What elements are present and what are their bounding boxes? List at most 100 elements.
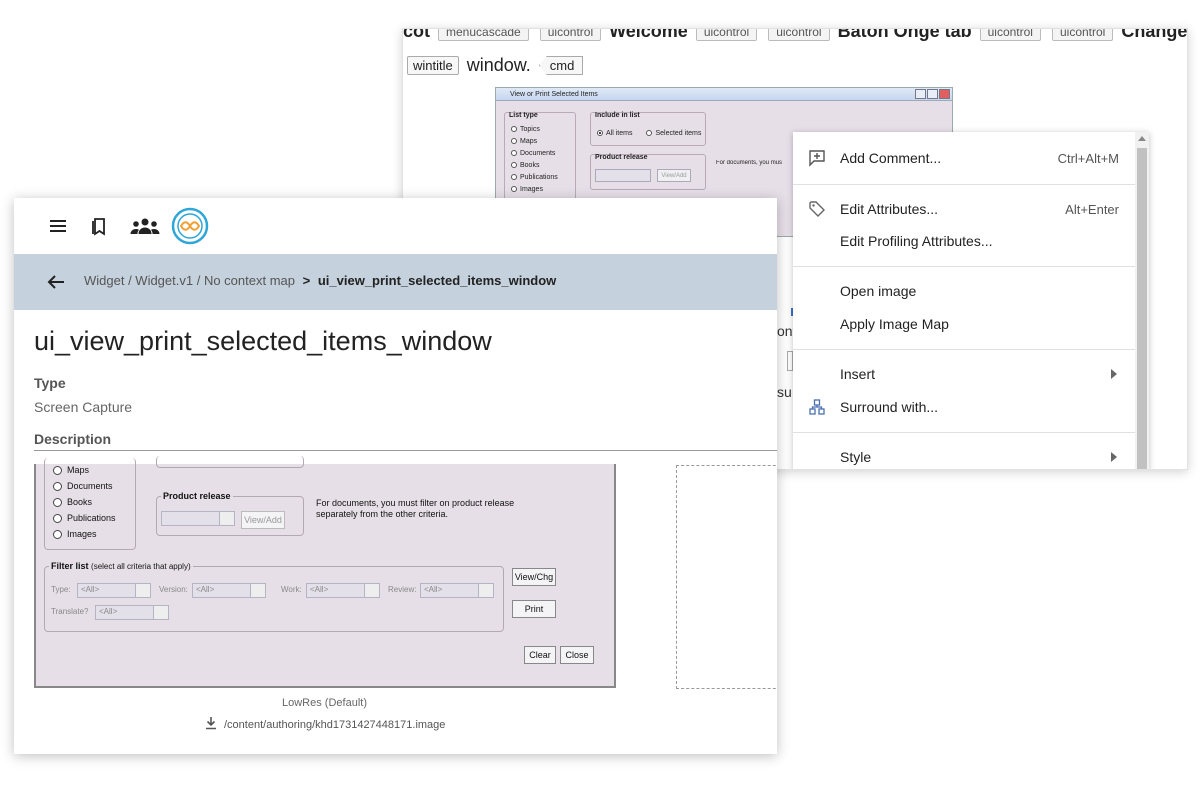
menu-item-insert[interactable]: Insert: [793, 358, 1135, 390]
include-label: Include in list: [595, 112, 640, 119]
filter-list-group: Filter list (select all criteria that ap…: [44, 561, 504, 632]
wintitle-tag[interactable]: wintitle: [407, 56, 459, 75]
editor-word: Change: [1121, 28, 1188, 41]
tag-icon: [807, 199, 827, 219]
include-group: Include in list All items Selected items: [590, 112, 706, 146]
product-release-label: Product release: [595, 154, 648, 161]
breadcrumb-path[interactable]: Widget / Widget.v1 /: [84, 273, 200, 288]
minimize-icon: [915, 89, 926, 99]
editor-word: Baton Onge tab: [837, 28, 972, 41]
close-button: Close: [560, 646, 594, 664]
radio-documents: Documents: [511, 147, 558, 159]
radio-maps: Maps: [53, 462, 116, 478]
radio-images: Images: [511, 183, 558, 195]
editor-word: Welcome: [609, 28, 688, 41]
menu-item-edit-profiling-attributes[interactable]: Edit Profiling Attributes...: [793, 225, 1135, 257]
include-group-edge: [156, 456, 304, 468]
app-logo-icon[interactable]: [170, 206, 210, 246]
view-chg-button: View/Chg: [512, 568, 556, 586]
product-release-note: For documents, you must filter on produc…: [316, 498, 515, 519]
scroll-thumb[interactable]: [1137, 148, 1147, 469]
download-path-row[interactable]: /content/authoring/khd1731427448171.imag…: [204, 716, 445, 733]
filter-work-label: Work:: [281, 585, 302, 594]
editor-tag[interactable]: uicontrol: [979, 29, 1041, 42]
editor-sentence-end: window.: [466, 55, 531, 75]
editor-tag[interactable]: uicontrol: [1051, 29, 1114, 42]
editor-tag[interactable]: uicontrol: [539, 29, 602, 42]
menu-separator: [793, 432, 1135, 433]
bookmarks-icon[interactable]: [88, 214, 112, 238]
breadcrumb-bar: Widget / Widget.v1 / No context map > ui…: [14, 254, 777, 310]
product-release-group: Product release View/Add: [590, 154, 706, 190]
radio-images: Images: [53, 526, 116, 542]
menu-item-label: Surround with...: [840, 399, 939, 415]
breadcrumb-current: ui_view_print_selected_items_window: [317, 273, 557, 288]
menu-separator: [793, 349, 1135, 350]
people-icon[interactable]: [130, 214, 160, 238]
filter-translate-label: Translate?: [51, 607, 89, 616]
filter-version-combo: <All>: [192, 583, 266, 598]
filter-translate-combo: <All>: [95, 605, 169, 620]
description-divider: [34, 450, 777, 451]
menu-item-label: Add Comment...: [840, 150, 942, 166]
menu-icon[interactable]: [46, 214, 70, 238]
menu-item-shortcut: Ctrl+Alt+M: [1057, 150, 1119, 166]
screen-capture-image[interactable]: Maps Documents Books Publications Images…: [34, 456, 616, 688]
breadcrumb: Widget / Widget.v1 / No context map > ui…: [84, 273, 556, 288]
clear-button: Clear: [524, 646, 556, 664]
editor-tag[interactable]: menucascade: [438, 29, 529, 42]
radio-publications: Publications: [53, 510, 116, 526]
dialog-title: View or Print Selected Items: [510, 91, 598, 98]
editor-tag[interactable]: uicontrol: [695, 29, 758, 42]
print-button: Print: [512, 600, 556, 618]
radio-selected-items: Selected items: [646, 127, 701, 139]
menu-item-label: Open image: [840, 283, 917, 299]
radio-books: Books: [53, 494, 116, 510]
context-menu-scrollbar[interactable]: [1135, 132, 1149, 469]
menu-item-surround-with[interactable]: Surround with...: [793, 391, 1135, 423]
product-release-label: Product release: [161, 491, 233, 501]
scroll-up-icon[interactable]: [1138, 136, 1146, 141]
menu-item-edit-attributes[interactable]: Edit Attributes... Alt+Enter: [793, 193, 1135, 225]
breadcrumb-context[interactable]: No context map: [204, 273, 295, 288]
menu-item-label: Insert: [840, 366, 876, 382]
top-toolbar: [14, 198, 777, 254]
filter-work-combo: <All>: [306, 583, 380, 598]
breadcrumb-separator: >: [302, 273, 311, 288]
resolution-label: LowRes (Default): [282, 697, 367, 709]
menu-item-label: Apply Image Map: [840, 316, 949, 332]
radio-all-items: All items: [597, 127, 632, 139]
menu-separator: [793, 266, 1135, 267]
filter-review-label: Review:: [388, 585, 417, 594]
cmd-tag[interactable]: cmd: [538, 56, 584, 75]
submenu-arrow-icon: [1111, 369, 1117, 379]
type-value: Screen Capture: [34, 399, 133, 415]
menu-item-apply-image-map[interactable]: Apply Image Map: [793, 308, 1135, 340]
image-path[interactable]: /content/authoring/khd1731427448171.imag…: [224, 719, 445, 731]
filter-review-combo: <All>: [420, 583, 494, 598]
product-release-combo: [595, 169, 651, 182]
description-label: Description: [34, 431, 112, 447]
menu-item-open-image[interactable]: Open image: [793, 275, 1135, 307]
menu-item-shortcut: Alt+Enter: [1065, 201, 1119, 217]
download-icon[interactable]: [204, 716, 218, 733]
menu-item-style[interactable]: Style: [793, 441, 1135, 469]
product-release-combo: [161, 511, 235, 526]
radio-documents: Documents: [53, 478, 116, 494]
radio-topics: Topics: [511, 123, 558, 135]
view-add-button: View/Add: [657, 169, 691, 182]
filter-version-label: Version:: [159, 585, 188, 594]
editor-tag[interactable]: uicontrol: [768, 29, 830, 42]
back-arrow-icon[interactable]: [46, 272, 66, 292]
image-placeholder-frame: [676, 465, 777, 689]
list-type-label: List type: [509, 112, 538, 119]
context-menu[interactable]: Add Comment... Ctrl+Alt+M Edit Attribute…: [793, 132, 1149, 469]
list-type-group: Maps Documents Books Publications Images: [44, 458, 136, 550]
menu-separator: [793, 184, 1135, 185]
surround-icon: [807, 397, 827, 417]
close-icon: [939, 89, 950, 99]
menu-item-add-comment[interactable]: Add Comment... Ctrl+Alt+M: [793, 142, 1135, 174]
maximize-icon: [927, 89, 938, 99]
editor-text-line-2: wintitle window. cmd: [407, 55, 584, 76]
filter-type-combo: <All>: [77, 583, 151, 598]
